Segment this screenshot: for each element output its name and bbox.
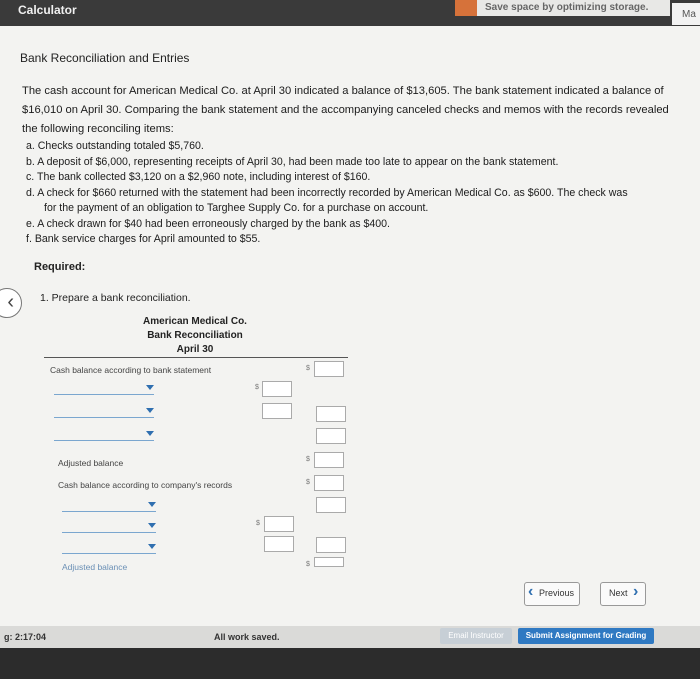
paragraph-line: The cash account for American Medical Co… — [22, 85, 664, 97]
company-balance-label: Cash balance according to company's reco… — [58, 480, 233, 490]
timer: g: 2:17:04 — [4, 632, 47, 642]
submit-assignment-button[interactable]: Submit Assignment for Grading — [518, 628, 654, 644]
book-adjustment-select[interactable] — [62, 520, 156, 533]
bank-adjustment-amount-input[interactable] — [262, 403, 292, 419]
bank-adjustment-total-input[interactable] — [316, 428, 346, 444]
bank-adjustment-select[interactable] — [54, 428, 154, 441]
footer-bar: g: 2:17:04 All work saved. Email Instruc… — [0, 626, 700, 648]
list-item: c. The bank collected $3,120 on a $2,960… — [26, 171, 371, 183]
reconciling-items-list: a. Checks outstanding totaled $5,760. b.… — [26, 139, 686, 248]
book-adjustment-amount-input[interactable] — [264, 536, 294, 552]
banner-text: Save space by optimizing storage. — [485, 2, 649, 13]
banner-icon — [455, 0, 477, 16]
book-adjustment-select[interactable] — [62, 499, 156, 512]
list-item: e. A check drawn for $40 had been errone… — [26, 217, 390, 230]
previous-label: Previous — [539, 588, 575, 598]
company-balance-input[interactable] — [314, 475, 344, 491]
chevron-right-icon: › — [633, 583, 639, 600]
list-item: f. Bank service charges for April amount… — [26, 233, 261, 245]
recon-date: April 30 — [176, 344, 214, 355]
top-bar: Calculator Save space by optimizing stor… — [0, 0, 700, 26]
bank-balance-label: Cash balance according to bank statement — [50, 365, 212, 375]
chevron-down-icon — [148, 502, 156, 507]
calculator-button[interactable]: Calculator — [18, 3, 77, 17]
footer: g: 2:17:04 All work saved. Email Instruc… — [0, 626, 700, 679]
problem-title: Bank Reconciliation and Entries — [20, 51, 190, 65]
dollar-sign: $ — [306, 456, 310, 463]
list-item: b. A deposit of $6,000, representing rec… — [26, 155, 559, 168]
adjusted-balance-label: Adjusted balance — [58, 458, 124, 468]
recon-company: American Medical Co. — [143, 316, 247, 327]
bank-adjusted-balance-input[interactable] — [314, 452, 344, 468]
storage-banner[interactable]: Save space by optimizing storage. — [455, 0, 670, 16]
email-instructor-button[interactable]: Email Instructor — [440, 628, 512, 644]
book-adjusted-balance-input[interactable] — [314, 557, 344, 567]
collapse-chevron-icon[interactable]: ‹ — [0, 288, 22, 318]
required-heading: Required: — [34, 261, 86, 273]
adjusted-balance-label: Adjusted balance — [62, 562, 128, 572]
chevron-down-icon — [148, 544, 156, 549]
book-adjustment-total-input[interactable] — [316, 537, 346, 553]
bank-adjustment-select[interactable] — [54, 405, 154, 418]
save-status: All work saved. — [214, 632, 280, 642]
question-label: 1. Prepare a bank reconciliation. — [40, 292, 191, 304]
dollar-sign: $ — [306, 561, 310, 568]
paragraph-line: the following reconciling items: — [22, 123, 174, 135]
bank-adjustment-total-input[interactable] — [316, 406, 346, 422]
bank-adjustment-select[interactable] — [54, 382, 154, 395]
paragraph-line: $16,010 on April 30. Comparing the bank … — [22, 104, 669, 116]
dollar-sign: $ — [306, 365, 310, 372]
chevron-down-icon — [146, 385, 154, 390]
list-item: for the payment of an obligation to Targ… — [44, 202, 429, 214]
previous-button[interactable]: ‹ Previous — [524, 582, 580, 606]
side-tab[interactable]: Ma — [672, 3, 700, 25]
chevron-down-icon — [146, 408, 154, 413]
next-button[interactable]: Next › — [600, 582, 646, 606]
list-item: d. A check for $660 returned with the st… — [26, 186, 628, 199]
bank-adjustment-amount-input[interactable] — [262, 381, 292, 397]
dollar-sign: $ — [255, 384, 259, 391]
chevron-left-icon: ‹ — [528, 583, 534, 600]
bank-balance-input[interactable] — [314, 361, 344, 377]
chevron-down-icon — [146, 431, 154, 436]
dollar-sign: $ — [256, 520, 260, 527]
problem-paragraph: The cash account for American Medical Co… — [22, 82, 692, 139]
chevron-down-icon — [148, 523, 156, 528]
list-item: a. Checks outstanding totaled $5,760. — [26, 140, 204, 152]
dollar-sign: $ — [306, 479, 310, 486]
next-label: Next — [609, 588, 628, 598]
header-rule — [44, 357, 348, 358]
recon-statement-title: Bank Reconciliation — [147, 330, 243, 341]
book-adjustment-select[interactable] — [62, 541, 156, 554]
book-adjustment-amount-input[interactable] — [264, 516, 294, 532]
problem-sheet: Bank Reconciliation and Entries The cash… — [0, 26, 700, 626]
book-adjustment-total-input[interactable] — [316, 497, 346, 513]
